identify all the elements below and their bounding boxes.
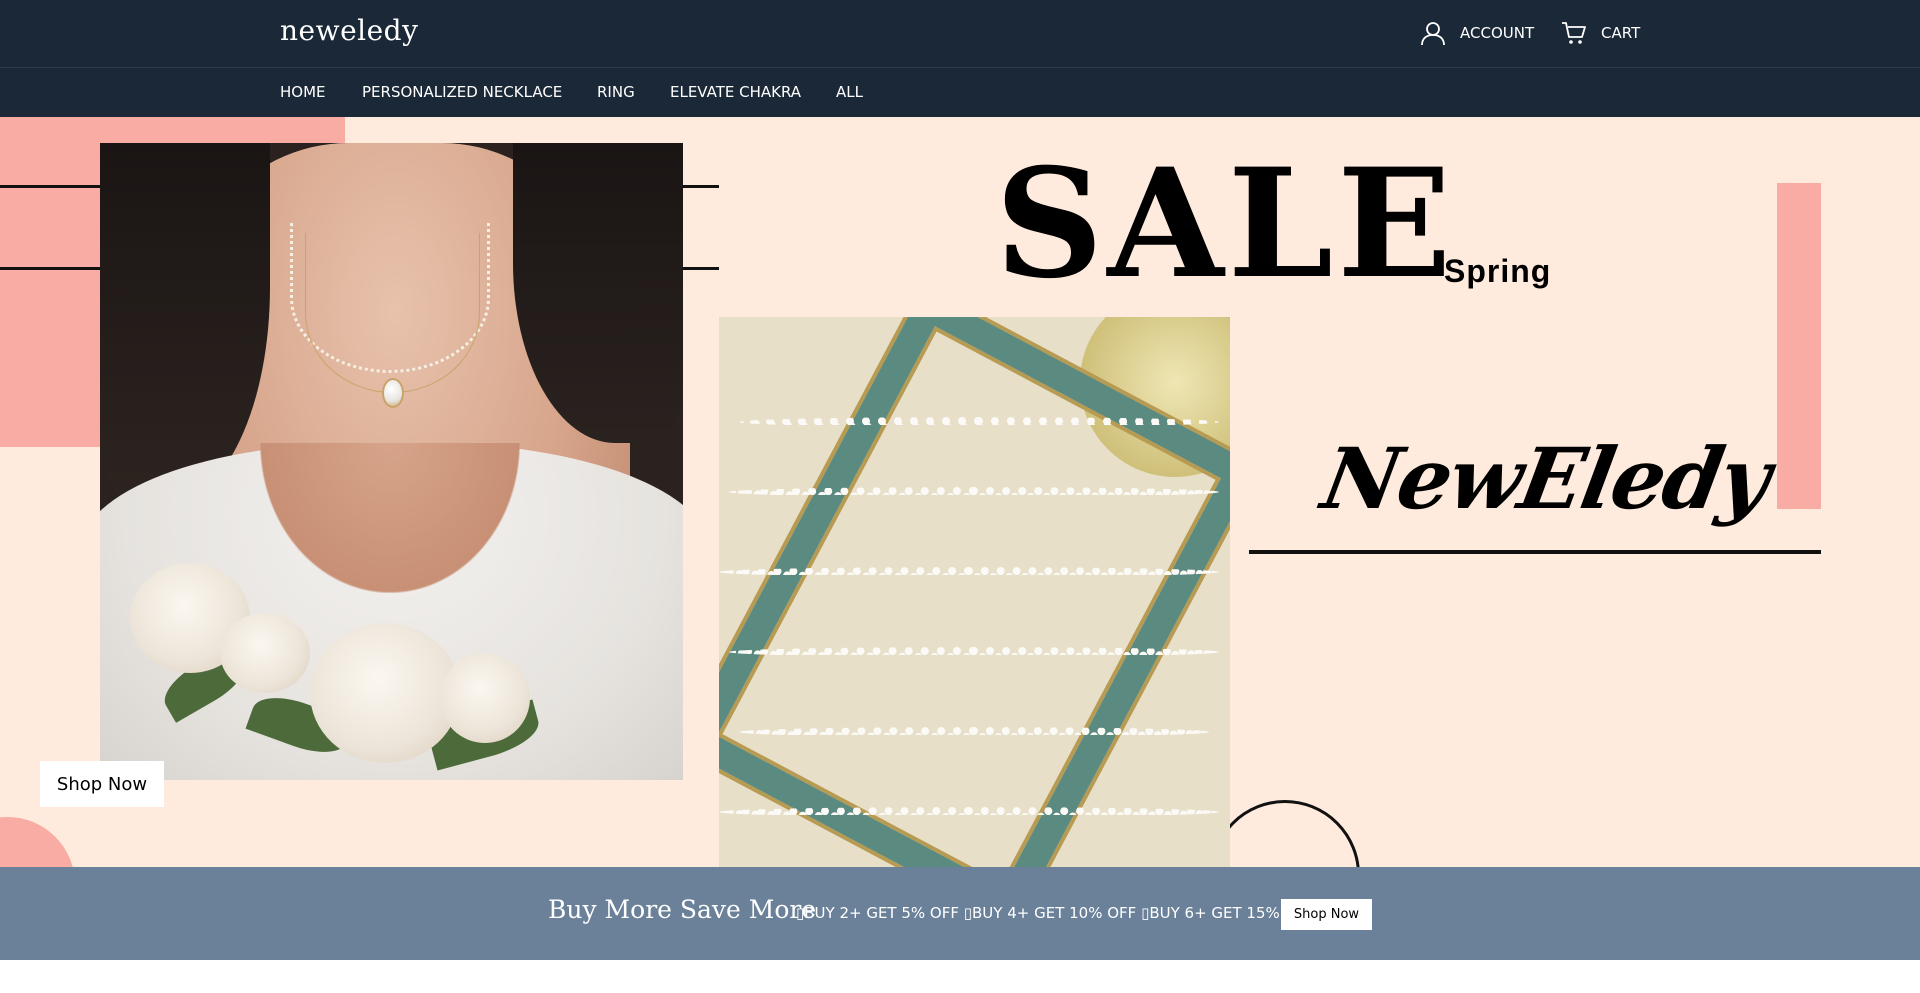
promo-shop-now-button[interactable]: Shop Now	[1281, 899, 1372, 930]
decor-line	[1249, 550, 1821, 554]
nav-item-ring[interactable]: RING	[597, 83, 635, 101]
account-link[interactable]: ACCOUNT	[1420, 20, 1534, 46]
decor-circle-outline	[1210, 800, 1360, 867]
nav-item-elevate-chakra[interactable]: ELEVATE CHAKRA	[670, 83, 801, 101]
main-nav: HOME PERSONALIZED NECKLACE RING ELEVATE …	[0, 67, 1920, 117]
cart-icon	[1561, 20, 1587, 46]
hero-banner[interactable]: SALE Spring NewEledy Shop Now	[0, 117, 1920, 867]
sale-heading: SALE	[995, 136, 1456, 312]
promo-title: Buy More Save More	[548, 895, 817, 924]
top-header: neweledy ACCOUNT CART	[0, 0, 1920, 67]
decor-line	[0, 267, 100, 270]
necklace-model-photo[interactable]	[100, 143, 683, 780]
hero-shop-now-button[interactable]: Shop Now	[40, 761, 164, 807]
cart-label: CART	[1601, 24, 1641, 42]
cart-link[interactable]: CART	[1561, 20, 1640, 46]
nav-item-personalized-necklace[interactable]: PERSONALIZED NECKLACE	[362, 83, 562, 101]
nav-item-home[interactable]: HOME	[280, 83, 326, 101]
promo-offers: ▯BUY 2+ GET 5% OFF ▯BUY 4+ GET 10% OFF ▯…	[796, 904, 1314, 922]
season-label: Spring	[1444, 253, 1552, 289]
pink-accent-circle	[0, 817, 75, 867]
site-logo[interactable]: neweledy	[280, 14, 418, 47]
promo-bar: Buy More Save More ▯BUY 2+ GET 5% OFF ▯B…	[0, 867, 1920, 960]
nav-item-all[interactable]: ALL	[836, 83, 863, 101]
pearl-necklaces-photo[interactable]	[719, 317, 1230, 867]
user-icon	[1420, 20, 1446, 46]
brand-script-title: NewEledy	[1315, 429, 1777, 528]
pink-accent-bar	[1777, 183, 1821, 509]
decor-line	[0, 185, 100, 188]
account-label: ACCOUNT	[1460, 24, 1535, 42]
decor-line	[683, 267, 719, 270]
decor-line	[683, 185, 719, 188]
